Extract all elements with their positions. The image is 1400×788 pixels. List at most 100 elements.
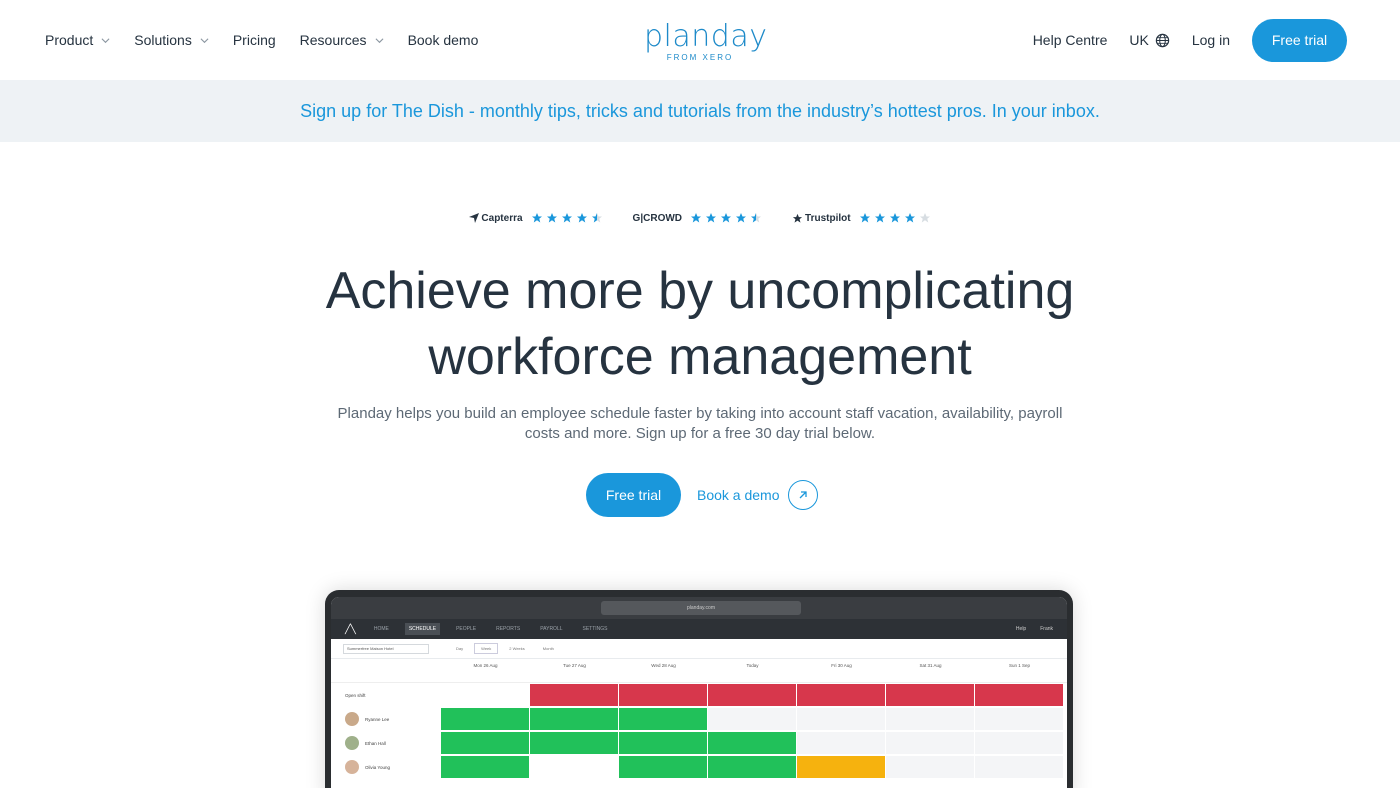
top-nav: Product Solutions Pricing Resources Book…: [0, 0, 1400, 80]
shift-cell: [886, 708, 974, 730]
employee-name: Olivia Young: [365, 764, 391, 770]
schedule-row: Open shift: [331, 683, 1067, 707]
avatar: [345, 760, 359, 774]
employee-cell: Olivia Young: [331, 760, 441, 774]
day-header: Today: [746, 663, 759, 668]
arrow-up-right-icon: [787, 480, 818, 510]
shift-cell: [619, 684, 707, 706]
schedule-toolbar: Summerfree Maison Hotel Day Week 2 Weeks…: [331, 639, 1067, 659]
login-link[interactable]: Log in: [1192, 32, 1230, 48]
region-label: UK: [1129, 32, 1149, 48]
nav-resources-label: Resources: [299, 32, 367, 48]
star-icon: [531, 213, 542, 223]
chevron-down-icon: [375, 37, 384, 43]
trustpilot-label: Trustpilot: [805, 212, 851, 224]
shift-cell: [886, 756, 974, 778]
book-demo-link[interactable]: Book a demo: [697, 480, 818, 510]
nav-solutions[interactable]: Solutions: [134, 32, 209, 48]
secondary-nav: Help Centre UK Log in Free trial: [1033, 0, 1347, 80]
shift-cell: [530, 732, 618, 754]
help-centre-link[interactable]: Help Centre: [1033, 32, 1108, 48]
star-icon: [736, 213, 747, 223]
star-icon: [591, 213, 602, 223]
shift-cell: [708, 756, 796, 778]
logo-wordmark: planday: [644, 19, 768, 54]
employee-name: Open shift: [345, 692, 366, 698]
shift-cell: [530, 708, 618, 730]
day-header: Fri 30 Aug: [831, 663, 852, 668]
newsletter-signup-link[interactable]: Sign up for The Dish - monthly tips, tri…: [300, 101, 1100, 122]
chevron-down-icon: [200, 37, 209, 43]
day-header: Mon 26 Aug: [473, 663, 498, 668]
product-screenshot-laptop: planday.com ╱╲ HOME SCHEDULE PEOPLE REPO…: [325, 590, 1073, 788]
shift-cell: [975, 732, 1063, 754]
nav-resources[interactable]: Resources: [300, 32, 384, 48]
shift-cell: [530, 684, 618, 706]
nav-pricing-label: Pricing: [232, 32, 276, 48]
region-selector[interactable]: UK: [1129, 32, 1170, 48]
g2crowd-label: G|CROWD: [632, 212, 683, 224]
shift-cell: [708, 732, 796, 754]
nav-product[interactable]: Product: [45, 32, 110, 48]
shift-cell: [708, 708, 796, 730]
app-screen: planday.com ╱╲ HOME SCHEDULE PEOPLE REPO…: [331, 597, 1067, 788]
capterra-label: Capterra: [481, 212, 523, 224]
view-tab: Month: [542, 646, 554, 651]
star-icon: [561, 213, 572, 223]
star-icon: [751, 213, 762, 223]
employee-name: Ryanne Lee: [365, 716, 390, 722]
g2crowd-logo: G|CROWD: [633, 213, 682, 224]
star-icon: [859, 213, 870, 223]
app-help: Help: [1015, 626, 1027, 632]
rating-capterra[interactable]: Capterra: [469, 212, 602, 224]
rating-g2crowd[interactable]: G|CROWD: [633, 212, 762, 224]
app-tab: SETTINGS: [582, 626, 608, 632]
day-header: Tue 27 Aug: [563, 663, 586, 668]
shift-cell: [797, 732, 885, 754]
ratings-strip: Capterra G|CROWD Trustpilot: [0, 212, 1400, 224]
logo-tagline: FROM XERO: [666, 53, 734, 62]
shift-cell: [708, 684, 796, 706]
view-tab: Day: [456, 646, 464, 651]
shift-cell: [530, 756, 618, 778]
hero-cta-row: Free trial Book a demo: [586, 473, 818, 517]
planday-app-logo-icon: ╱╲: [345, 623, 356, 634]
view-tabs: Day Week 2 Weeks Month: [449, 643, 561, 654]
capterra-arrow-icon: [469, 213, 480, 223]
shift-cell: [797, 684, 885, 706]
shift-cell: [441, 756, 529, 778]
free-trial-button[interactable]: Free trial: [586, 473, 681, 517]
shift-cell: [441, 708, 529, 730]
planday-logo[interactable]: planday FROM XERO: [644, 19, 768, 63]
hero-title: Achieve more by uncomplicating workforce…: [200, 258, 1200, 390]
employee-cell: Ryanne Lee: [331, 712, 441, 726]
shift-cell: [886, 732, 974, 754]
hero-subtitle: Planday helps you build an employee sche…: [337, 405, 1063, 442]
employee-cell: Ethan Hall: [331, 736, 441, 750]
trustpilot-star-icon: [792, 213, 803, 223]
shift-cell: [975, 684, 1063, 706]
employee-name: Ethan Hall: [365, 740, 386, 746]
star-icon: [706, 213, 717, 223]
chevron-down-icon: [101, 37, 110, 43]
star-icon: [691, 213, 702, 223]
day-header: Sat 31 Aug: [919, 663, 942, 668]
schedule-row: Ryanne Lee: [331, 707, 1067, 731]
star-icon: [721, 213, 732, 223]
rating-trustpilot[interactable]: Trustpilot: [792, 212, 931, 224]
nav-book-demo[interactable]: Book demo: [408, 32, 479, 48]
shift-cell: [619, 732, 707, 754]
view-tab: 2 Weeks: [509, 646, 525, 651]
shift-cell: [619, 756, 707, 778]
star-icon: [919, 213, 930, 223]
free-trial-nav-button[interactable]: Free trial: [1252, 18, 1347, 62]
book-demo-label: Book a demo: [697, 487, 780, 503]
newsletter-banner: Sign up for The Dish - monthly tips, tri…: [0, 80, 1400, 142]
app-tab: PEOPLE: [456, 626, 477, 632]
nav-pricing[interactable]: Pricing: [233, 32, 276, 48]
star-icon: [576, 213, 587, 223]
app-tab: SCHEDULE: [404, 623, 441, 635]
hero-title-line2: workforce management: [428, 328, 972, 386]
app-top-bar: ╱╲ HOME SCHEDULE PEOPLE REPORTS PAYROLL …: [331, 619, 1067, 639]
shift-cell: [797, 756, 885, 778]
